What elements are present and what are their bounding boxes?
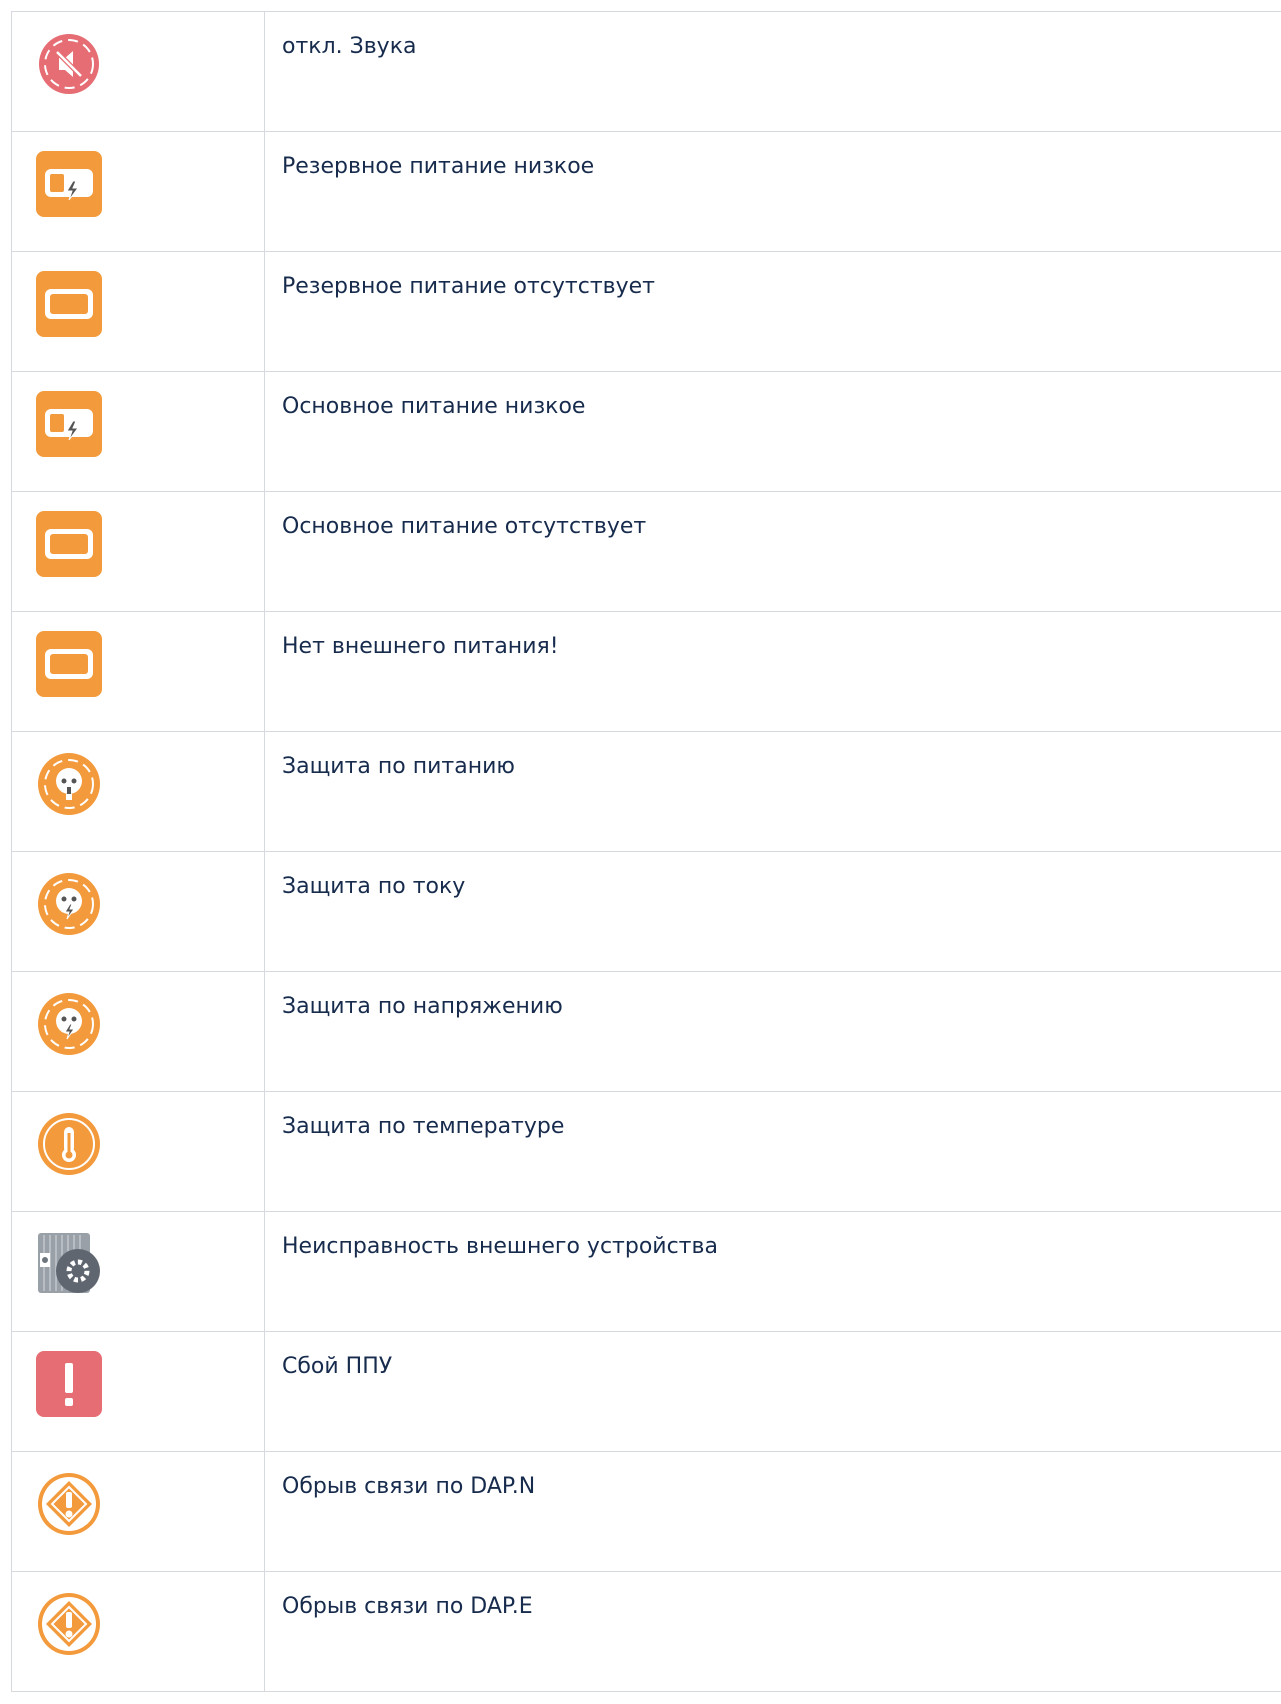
- table-row: Основное питание отсутствует: [11, 491, 1281, 612]
- row-text: Основное питание низкое: [264, 371, 1281, 492]
- row-text: Основное питание отсутствует: [264, 491, 1281, 612]
- power-protection-icon: [36, 751, 102, 817]
- sound-off-icon: [36, 31, 102, 97]
- row-text: Защита по питанию: [264, 731, 1281, 852]
- battery-icon: [36, 271, 102, 337]
- row-text: Неисправность внешнего устройства: [264, 1211, 1281, 1332]
- row-text: Резервное питание низкое: [264, 131, 1281, 252]
- link-loss-icon: [36, 1591, 102, 1657]
- table-row: Резервное питание низкое: [11, 131, 1281, 252]
- table-row: Основное питание низкое: [11, 371, 1281, 492]
- table-row: откл. Звука: [11, 11, 1281, 132]
- row-text: Обрыв связи по DAP.N: [264, 1451, 1281, 1572]
- backup-power-low-icon: [36, 151, 102, 217]
- row-text: откл. Звука: [264, 11, 1281, 132]
- table-row: Защита по температуре: [11, 1091, 1281, 1212]
- table-row: Резервное питание отсутствует: [11, 251, 1281, 372]
- table-row: Сбой ППУ: [11, 1331, 1281, 1452]
- table-row: Обрыв связи по DAP.N: [11, 1451, 1281, 1572]
- status-icons-table: откл. Звука Резервное питание низкое Рез…: [11, 11, 1281, 1692]
- voltage-protection-icon: [36, 991, 102, 1057]
- row-text: Защита по току: [264, 851, 1281, 972]
- table-row: Защита по напряжению: [11, 971, 1281, 1092]
- table-row: Защита по току: [11, 851, 1281, 972]
- temperature-protection-icon: [36, 1111, 102, 1177]
- row-text: Нет внешнего питания!: [264, 611, 1281, 732]
- battery-icon: [36, 511, 102, 577]
- row-text: Резервное питание отсутствует: [264, 251, 1281, 372]
- row-text: Защита по температуре: [264, 1091, 1281, 1212]
- battery-icon: [36, 631, 102, 697]
- row-text: Защита по напряжению: [264, 971, 1281, 1092]
- link-loss-icon: [36, 1471, 102, 1537]
- row-text: Сбой ППУ: [264, 1331, 1281, 1452]
- row-text: Обрыв связи по DAP.E: [264, 1571, 1281, 1692]
- main-power-low-icon: [36, 391, 102, 457]
- table-row: Обрыв связи по DAP.E: [11, 1571, 1281, 1692]
- exclamation-icon: [36, 1351, 102, 1417]
- current-protection-icon: [36, 871, 102, 937]
- external-device-fault-icon: [36, 1231, 102, 1297]
- table-row: Защита по питанию: [11, 731, 1281, 852]
- table-row: Неисправность внешнего устройства: [11, 1211, 1281, 1332]
- table-row: Нет внешнего питания!: [11, 611, 1281, 732]
